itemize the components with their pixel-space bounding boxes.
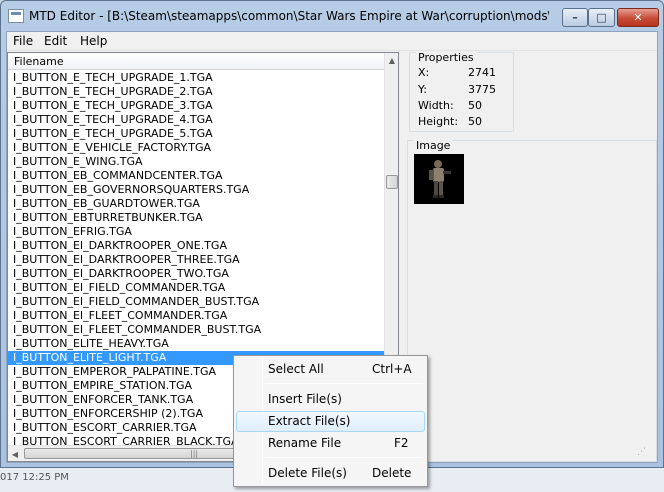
height-value: 50 bbox=[468, 115, 482, 128]
scroll-up-icon[interactable]: ▲ bbox=[385, 53, 399, 67]
trooper-sprite-icon bbox=[414, 154, 464, 204]
menu-item-select-all[interactable]: Select All Ctrl+A bbox=[236, 359, 425, 380]
maximize-icon: □ bbox=[596, 11, 607, 24]
menu-item-label: Insert File(s) bbox=[268, 392, 342, 406]
list-item[interactable]: I_BUTTON_E_WING.TGA bbox=[8, 155, 384, 169]
menu-help[interactable]: Help bbox=[80, 34, 107, 48]
list-item[interactable]: I_BUTTON_EI_FIELD_COMMANDER_BUST.TGA bbox=[8, 295, 384, 309]
y-label: Y: bbox=[418, 83, 427, 96]
maximize-button[interactable]: □ bbox=[588, 8, 615, 27]
list-item[interactable]: I_BUTTON_EI_FIELD_COMMANDER.TGA bbox=[8, 281, 384, 295]
vertical-scroll-thumb[interactable] bbox=[386, 175, 398, 189]
menu-bar: File Edit Help bbox=[7, 32, 657, 51]
grip-icon: ||| bbox=[190, 449, 199, 458]
menu-item-label: Select All bbox=[268, 362, 324, 376]
window-title: MTD Editor - [B:\Steam\steamapps\common\… bbox=[29, 9, 549, 23]
height-label: Height: bbox=[418, 115, 459, 128]
list-item[interactable]: I_BUTTON_EI_DARKTROOPER_THREE.TGA bbox=[8, 253, 384, 267]
menu-item-extract-files[interactable]: Extract File(s) bbox=[236, 411, 425, 432]
menu-item-label: Rename File bbox=[268, 436, 342, 450]
context-menu: Select All Ctrl+A Insert File(s) Extract… bbox=[233, 355, 428, 487]
menu-separator bbox=[265, 457, 423, 458]
properties-group: Properties X: 2741 Y: 3775 Width: 50 Hei… bbox=[409, 51, 514, 132]
list-item[interactable]: I_BUTTON_EFRIG.TGA bbox=[8, 225, 384, 239]
resize-grip-icon[interactable]: ⋰ bbox=[637, 447, 646, 457]
list-item[interactable]: I_BUTTON_EI_FLEET_COMMANDER.TGA bbox=[8, 309, 384, 323]
close-icon: ✕ bbox=[633, 11, 643, 24]
image-group: Image bbox=[407, 139, 657, 462]
list-item[interactable]: I_BUTTON_E_TECH_UPGRADE_5.TGA bbox=[8, 127, 384, 141]
menu-separator bbox=[265, 383, 423, 384]
list-item[interactable]: I_BUTTON_E_TECH_UPGRADE_4.TGA bbox=[8, 113, 384, 127]
x-value: 2741 bbox=[468, 66, 496, 79]
image-legend: Image bbox=[414, 139, 453, 152]
column-header-filename[interactable]: Filename bbox=[8, 53, 384, 70]
menu-item-label: Delete File(s) bbox=[268, 466, 347, 480]
desktop-timestamp: 017 12:25 PM bbox=[0, 472, 69, 483]
list-item[interactable]: I_BUTTON_EB_COMMANDCENTER.TGA bbox=[8, 169, 384, 183]
menu-edit[interactable]: Edit bbox=[44, 34, 67, 48]
width-value: 50 bbox=[468, 99, 482, 112]
list-item[interactable]: I_BUTTON_ELITE_HEAVY.TGA bbox=[8, 337, 384, 351]
list-item[interactable]: I_BUTTON_EB_GUARDTOWER.TGA bbox=[8, 197, 384, 211]
menu-item-rename-file[interactable]: Rename File F2 bbox=[236, 433, 425, 454]
texture-preview bbox=[414, 154, 464, 204]
minimize-button[interactable]: – bbox=[562, 8, 588, 27]
properties-legend: Properties bbox=[416, 51, 476, 64]
list-item[interactable]: I_BUTTON_E_TECH_UPGRADE_1.TGA bbox=[8, 71, 384, 85]
x-label: X: bbox=[418, 66, 430, 79]
width-label: Width: bbox=[418, 99, 454, 112]
list-item[interactable]: I_BUTTON_E_VEHICLE_FACTORY.TGA bbox=[8, 141, 384, 155]
menu-item-delete-files[interactable]: Delete File(s) Delete bbox=[236, 463, 425, 484]
list-item[interactable]: I_BUTTON_EB_GOVERNORSQUARTERS.TGA bbox=[8, 183, 384, 197]
list-item[interactable]: I_BUTTON_EI_DARKTROOPER_TWO.TGA bbox=[8, 267, 384, 281]
list-item[interactable]: I_BUTTON_E_TECH_UPGRADE_2.TGA bbox=[8, 85, 384, 99]
menu-item-shortcut: F2 bbox=[394, 436, 409, 450]
y-value: 3775 bbox=[468, 83, 496, 96]
menu-item-shortcut: Delete bbox=[372, 466, 412, 480]
menu-item-label: Extract File(s) bbox=[268, 414, 351, 428]
list-item[interactable]: I_BUTTON_EI_FLEET_COMMANDER_BUST.TGA bbox=[8, 323, 384, 337]
list-item[interactable]: I_BUTTON_E_TECH_UPGRADE_3.TGA bbox=[8, 99, 384, 113]
title-bar[interactable]: MTD Editor - [B:\Steam\steamapps\common\… bbox=[1, 1, 663, 31]
minimize-icon: – bbox=[572, 11, 578, 24]
menu-file[interactable]: File bbox=[13, 34, 33, 48]
list-item[interactable]: I_BUTTON_EBTURRETBUNKER.TGA bbox=[8, 211, 384, 225]
column-header-label: Filename bbox=[14, 55, 64, 68]
list-item[interactable]: I_BUTTON_EI_DARKTROOPER_ONE.TGA bbox=[8, 239, 384, 253]
menu-item-shortcut: Ctrl+A bbox=[372, 362, 412, 376]
menu-item-insert-files[interactable]: Insert File(s) bbox=[236, 389, 425, 410]
close-button[interactable]: ✕ bbox=[617, 8, 659, 27]
scroll-left-icon[interactable]: ◀ bbox=[8, 447, 22, 461]
app-icon bbox=[8, 9, 24, 23]
